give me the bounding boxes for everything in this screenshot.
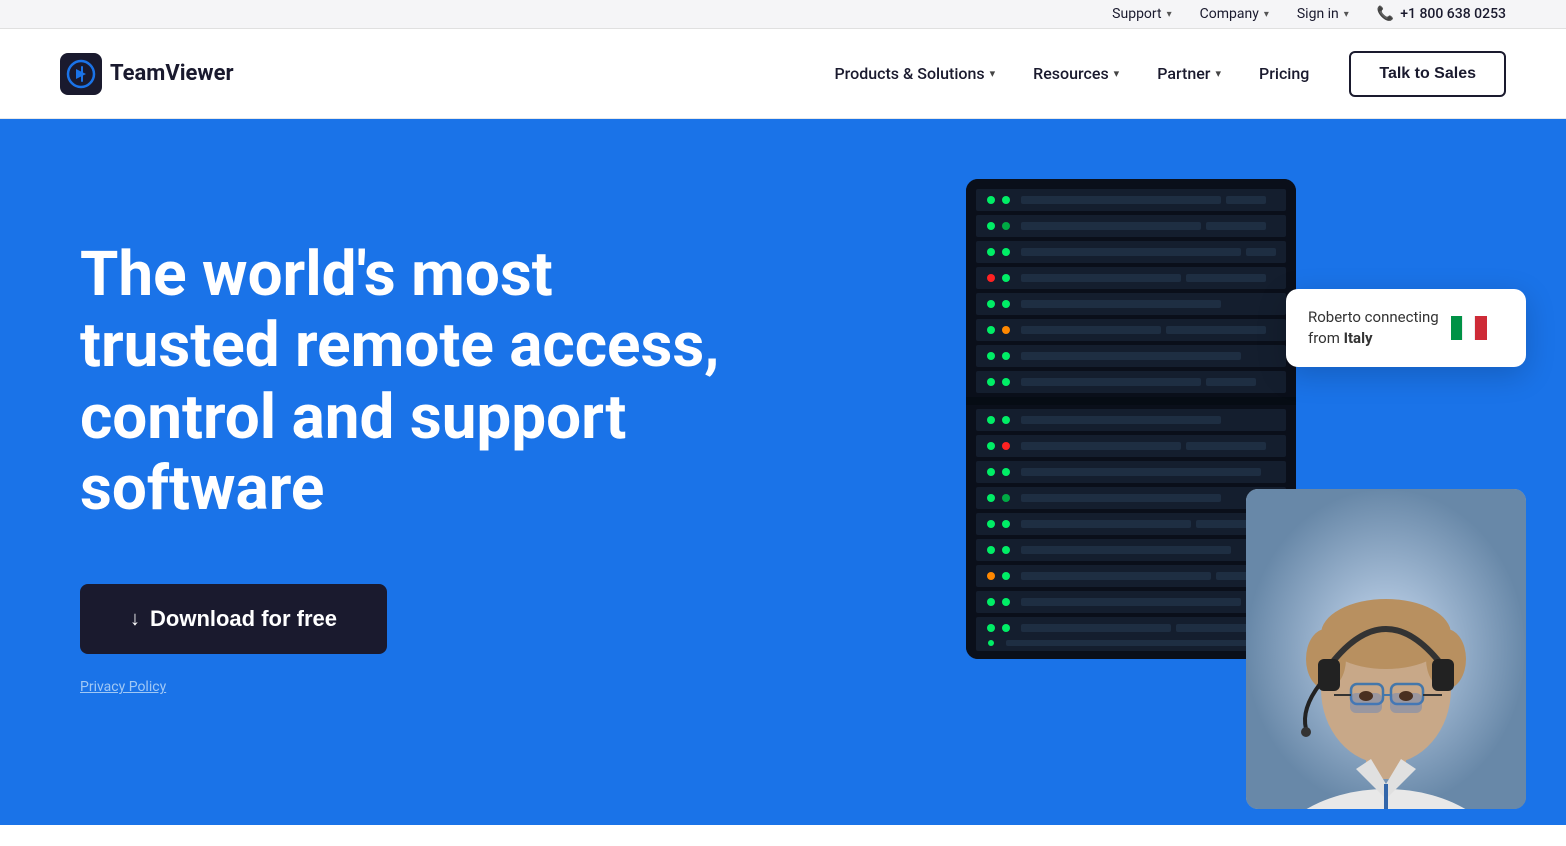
company-label: Company <box>1200 6 1259 22</box>
company-chevron-icon: ▾ <box>1264 9 1269 20</box>
hero-content: The world's most trusted remote access, … <box>80 199 730 695</box>
hero-images: Roberto connecting from Italy <box>906 159 1526 809</box>
support-chevron-icon: ▾ <box>1167 9 1172 20</box>
privacy-policy-link[interactable]: Privacy Policy <box>80 679 166 695</box>
phone-contact[interactable]: 📞 +1 800 638 0253 <box>1377 6 1506 22</box>
partner-nav[interactable]: Partner ▾ <box>1157 64 1221 83</box>
resources-nav[interactable]: Resources ▾ <box>1033 64 1119 83</box>
download-button-label: Download for free <box>150 606 337 632</box>
signin-chevron-icon: ▾ <box>1344 9 1349 20</box>
hero-title: The world's most trusted remote access, … <box>80 239 730 524</box>
popup-text: Roberto connecting from Italy <box>1308 307 1439 349</box>
main-nav: TeamViewer Products & Solutions ▾ Resour… <box>0 29 1566 119</box>
teamviewer-logo-icon <box>60 53 102 95</box>
signin-label: Sign in <box>1297 6 1339 22</box>
person-image <box>1246 489 1526 809</box>
products-solutions-nav[interactable]: Products & Solutions ▾ <box>834 64 995 83</box>
resources-label: Resources <box>1033 64 1109 83</box>
pricing-nav[interactable]: Pricing <box>1259 64 1309 83</box>
pricing-label: Pricing <box>1259 64 1309 83</box>
resources-chevron-icon: ▾ <box>1114 67 1120 80</box>
phone-icon: 📞 <box>1377 6 1394 22</box>
partner-chevron-icon: ▾ <box>1215 67 1221 80</box>
download-arrow-icon: ↓ <box>130 608 140 631</box>
nav-links: Products & Solutions ▾ Resources ▾ Partn… <box>834 64 1309 83</box>
top-bar: Support ▾ Company ▾ Sign in ▾ 📞 +1 800 6… <box>0 0 1566 29</box>
partner-label: Partner <box>1157 64 1210 83</box>
logo-text: TeamViewer <box>110 61 234 86</box>
logo[interactable]: TeamViewer <box>60 53 234 95</box>
flag-red <box>1475 316 1486 340</box>
popup-text-prefix: Roberto connecting <box>1308 308 1439 326</box>
products-solutions-chevron-icon: ▾ <box>990 67 996 80</box>
popup-text-from: from <box>1308 329 1344 347</box>
products-solutions-label: Products & Solutions <box>834 64 984 83</box>
support-label: Support <box>1112 6 1161 22</box>
talk-to-sales-button[interactable]: Talk to Sales <box>1349 51 1506 97</box>
italy-flag-icon <box>1451 316 1487 340</box>
hero-section: The world's most trusted remote access, … <box>0 119 1566 825</box>
flag-white <box>1462 316 1475 340</box>
company-nav[interactable]: Company ▾ <box>1200 6 1269 22</box>
support-nav[interactable]: Support ▾ <box>1112 6 1171 22</box>
connection-popup: Roberto connecting from Italy <box>1286 289 1526 367</box>
flag-green <box>1451 316 1462 340</box>
phone-number: +1 800 638 0253 <box>1400 6 1506 22</box>
popup-country: Italy <box>1344 329 1373 347</box>
download-free-button[interactable]: ↓ Download for free <box>80 584 387 654</box>
signin-nav[interactable]: Sign in ▾ <box>1297 6 1349 22</box>
